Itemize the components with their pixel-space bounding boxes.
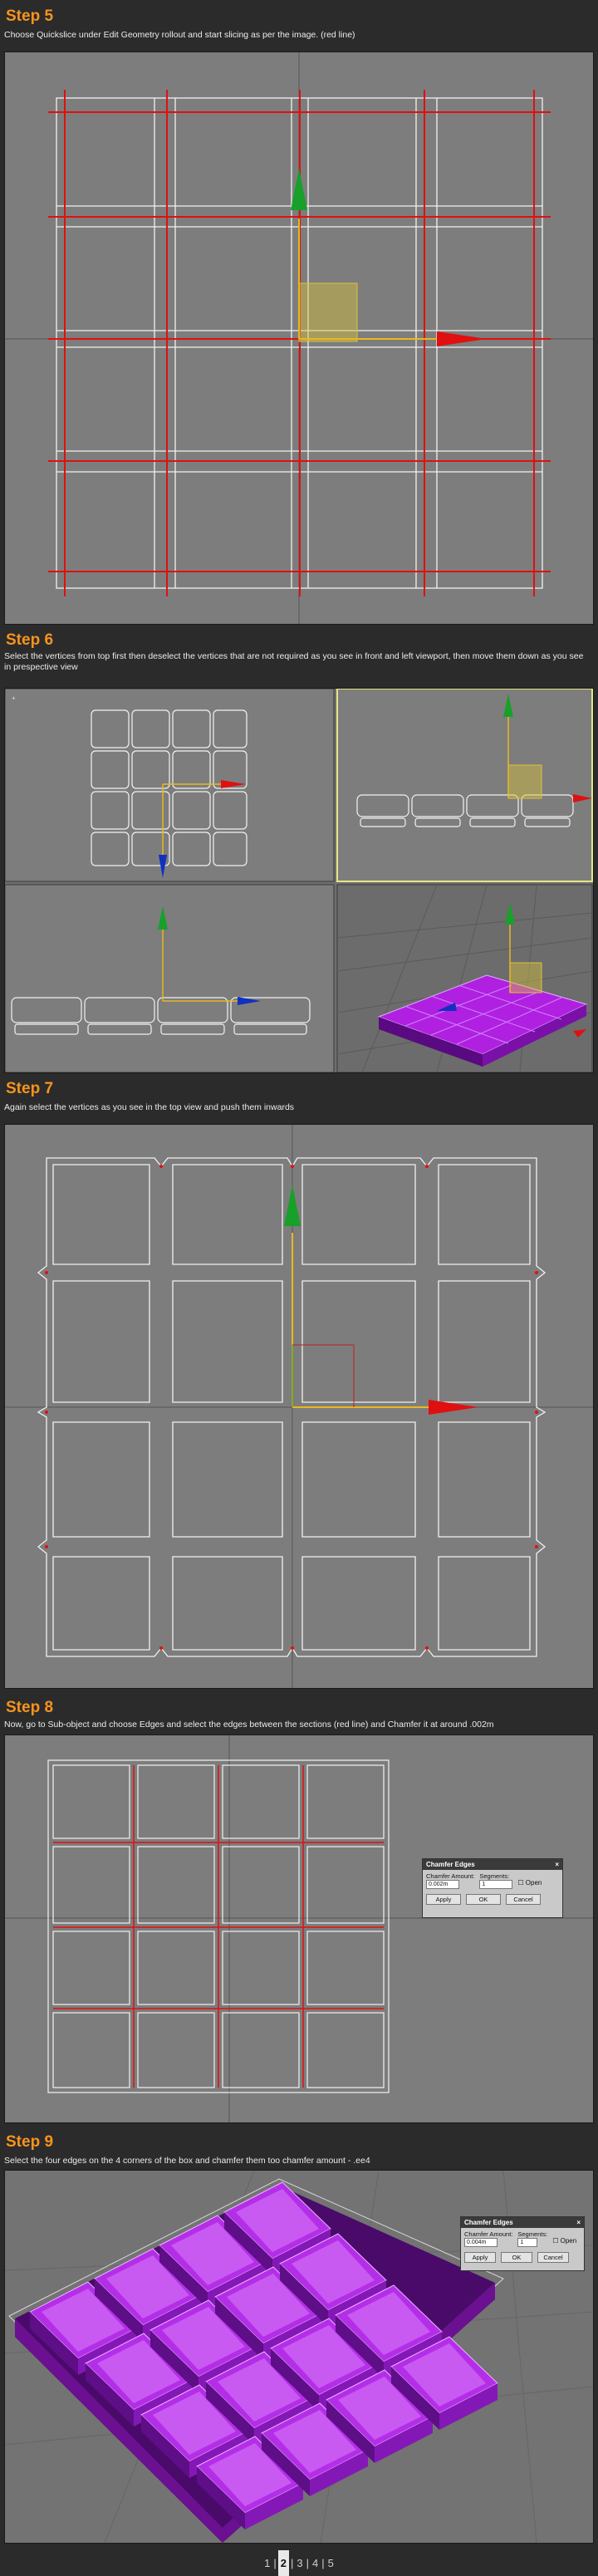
chamfer-amount-input[interactable]: 0.004m bbox=[464, 2238, 498, 2247]
step-description: Choose Quickslice under Edit Geometry ro… bbox=[4, 30, 355, 40]
step-7: Step 7 Again select the vertices as you … bbox=[0, 1080, 598, 1699]
segments-label: Segments: bbox=[479, 1872, 510, 1880]
apply-button[interactable]: Apply bbox=[464, 2252, 496, 2263]
close-icon[interactable]: × bbox=[555, 1861, 559, 1868]
chamfer-edges-dialog: Chamfer Edges × Chamfer Amount: 0.004m Se… bbox=[460, 2216, 585, 2271]
step-title: Step 5 bbox=[6, 7, 54, 25]
chamfer-amount-label: Chamfer Amount: bbox=[464, 2230, 513, 2238]
purple-tiles bbox=[29, 2181, 498, 2529]
viewport-left[interactable] bbox=[5, 884, 335, 1072]
page-link[interactable]: 3 bbox=[295, 2550, 304, 2576]
viewport-top[interactable]: Chamfer Edges × Chamfer Amount: 0.002m Se… bbox=[4, 1735, 594, 2123]
step-title: Step 8 bbox=[6, 1699, 54, 1716]
segments-input[interactable]: 1 bbox=[517, 2238, 538, 2247]
open-checkbox[interactable]: ☐ bbox=[517, 1879, 523, 1887]
viewport-perspective[interactable]: Chamfer Edges × Chamfer Amount: 0.004m Se… bbox=[4, 2170, 594, 2544]
step5-wireframe bbox=[5, 52, 593, 624]
step8-wireframe bbox=[5, 1735, 593, 2122]
page-separator: | bbox=[306, 2557, 309, 2569]
viewport-top-left[interactable]: + bbox=[5, 689, 335, 882]
open-label: Open bbox=[525, 1879, 542, 1887]
ok-button[interactable]: OK bbox=[501, 2252, 532, 2263]
pagination: 1 | 2 | 3 | 4 | 5 bbox=[0, 2550, 598, 2576]
dialog-title: Chamfer Edges bbox=[464, 2219, 513, 2226]
page-separator: | bbox=[321, 2557, 325, 2569]
page-current: 2 bbox=[277, 2550, 289, 2576]
step-8: Step 8 Now, go to Sub-object and choose … bbox=[0, 1699, 598, 2131]
viewport-perspective[interactable] bbox=[336, 884, 593, 1072]
chamfer-amount-label: Chamfer Amount: bbox=[426, 1872, 475, 1880]
step6-viewports: + bbox=[5, 689, 593, 1072]
step-9: Step 9 Select the four edges on the 4 co… bbox=[0, 2131, 598, 2550]
page-separator: | bbox=[290, 2557, 294, 2569]
open-label: Open bbox=[560, 2237, 577, 2245]
cancel-button[interactable]: Cancel bbox=[537, 2252, 569, 2263]
step-5: Step 5 Choose Quickslice under Edit Geom… bbox=[0, 0, 598, 631]
dialog-title: Chamfer Edges bbox=[426, 1861, 475, 1868]
viewport-top[interactable] bbox=[4, 1124, 594, 1689]
chamfer-amount-input[interactable]: 0.002m bbox=[426, 1880, 459, 1889]
segments-label: Segments: bbox=[517, 2230, 548, 2238]
cancel-button[interactable]: Cancel bbox=[506, 1894, 541, 1905]
step-description: Again select the vertices as you see in … bbox=[4, 1102, 295, 1112]
apply-button[interactable]: Apply bbox=[426, 1894, 461, 1905]
page-link[interactable]: 1 bbox=[262, 2550, 272, 2576]
open-checkbox[interactable]: ☐ bbox=[552, 2237, 558, 2245]
svg-text:+: + bbox=[12, 694, 16, 702]
chamfer-edges-dialog: Chamfer Edges × Chamfer Amount: 0.002m Se… bbox=[422, 1858, 563, 1918]
step-description: Select the four edges on the 4 corners o… bbox=[4, 2156, 370, 2166]
step-description: Select the vertices from top first then … bbox=[4, 651, 584, 672]
viewport-front[interactable] bbox=[336, 689, 593, 882]
viewport-top[interactable] bbox=[4, 52, 594, 625]
ok-button[interactable]: OK bbox=[466, 1894, 501, 1905]
page-link[interactable]: 5 bbox=[326, 2550, 336, 2576]
page-separator: | bbox=[273, 2557, 277, 2569]
viewport-quad: + bbox=[4, 688, 594, 1073]
page-link[interactable]: 4 bbox=[311, 2550, 320, 2576]
step-title: Step 7 bbox=[6, 1080, 54, 1097]
step-6: Step 6 Select the vertices from top firs… bbox=[0, 631, 598, 1080]
step7-wireframe bbox=[5, 1125, 593, 1688]
step-description: Now, go to Sub-object and choose Edges a… bbox=[4, 1720, 494, 1730]
step-title: Step 6 bbox=[6, 631, 54, 649]
close-icon[interactable]: × bbox=[576, 2219, 581, 2226]
segments-input[interactable]: 1 bbox=[479, 1880, 513, 1889]
step-title: Step 9 bbox=[6, 2133, 54, 2151]
